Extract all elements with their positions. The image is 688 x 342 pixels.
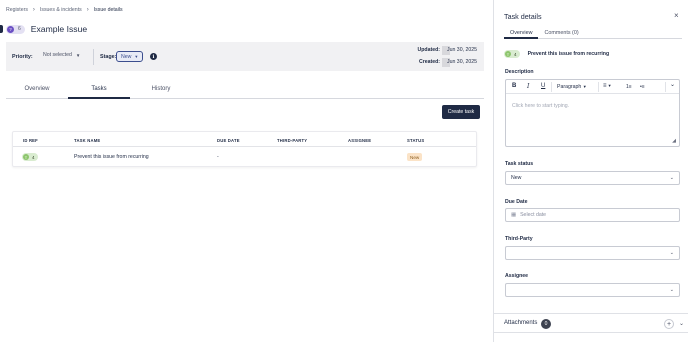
due-date-placeholder: Select date xyxy=(520,212,547,218)
issue-page: Registers › Issues & incidents › Issue d… xyxy=(0,0,492,342)
divider xyxy=(93,49,94,65)
bullet-list-button[interactable]: •≡ xyxy=(640,84,645,90)
task-id-number: 4 xyxy=(32,154,35,160)
stage-value: New xyxy=(121,53,132,60)
third-party-select[interactable]: ⌄ xyxy=(505,246,680,260)
breadcrumb: Registers › Issues & incidents › Issue d… xyxy=(6,7,123,13)
breadcrumb-issue-details: Issue details xyxy=(93,7,123,13)
third-party-label: Third-Party xyxy=(505,236,533,242)
task-id-badge: T 4 xyxy=(22,153,38,161)
attachments-count-badge: 0 xyxy=(541,319,551,329)
due-date-picker[interactable]: ▦ Select date xyxy=(505,208,680,222)
toolbar-divider xyxy=(598,82,599,92)
ordered-list-button[interactable]: 1≡ xyxy=(626,84,632,90)
updated-value: Jun 30, 2025 xyxy=(447,47,477,53)
create-task-button[interactable]: Create task xyxy=(442,105,480,119)
stage-label: Stage: xyxy=(100,54,117,60)
bold-button[interactable]: B xyxy=(512,83,516,89)
col-task-name[interactable]: TASK NAME xyxy=(74,138,100,143)
chevron-right-icon: › xyxy=(32,7,35,13)
tasks-table: ID REF TASK NAME DUE DATE THIRD-PARTY AS… xyxy=(12,131,477,167)
chevron-down-icon[interactable]: ⌄ xyxy=(679,320,684,327)
calendar-icon: ▦ xyxy=(511,212,517,218)
priority-label: Priority: xyxy=(12,54,33,60)
caret-down-icon: ▼ xyxy=(606,83,612,88)
caret-down-icon: ▼ xyxy=(75,52,81,58)
issue-id-badge: ? 6 xyxy=(6,24,25,34)
panel-task-name: Prevent this issue from recurring xyxy=(527,51,610,57)
tab-tasks[interactable]: Tasks xyxy=(68,79,130,99)
chevron-right-icon: › xyxy=(86,7,89,13)
more-options-icon[interactable]: ⌄ xyxy=(670,81,675,88)
updated-label: Updated: xyxy=(417,47,440,53)
assignee-label: Assignee xyxy=(505,273,529,279)
tab-panel-overview[interactable]: Overview xyxy=(504,27,539,39)
created-value: Jun 30, 2025 xyxy=(447,59,477,65)
panel-title: Task details xyxy=(504,12,542,21)
created-label: Created: xyxy=(418,59,440,65)
close-icon[interactable]: × xyxy=(674,12,679,20)
issue-id-number: 6 xyxy=(18,26,21,32)
priority-select[interactable]: Not selected ▼ xyxy=(40,52,83,58)
attachments-section[interactable]: Attachments 0 + ⌄ xyxy=(494,313,688,333)
breadcrumb-issues-incidents[interactable]: Issues & incidents xyxy=(40,7,82,13)
info-icon[interactable]: i xyxy=(150,53,157,60)
question-icon: ? xyxy=(7,25,14,33)
resize-handle-icon[interactable]: ◢ xyxy=(672,138,676,144)
task-id-badge: T 4 xyxy=(504,50,520,58)
due-date-label: Due Date xyxy=(505,199,528,205)
col-third-party[interactable]: THIRD-PARTY xyxy=(277,138,307,143)
assignee-select[interactable]: ⌄ xyxy=(505,283,680,297)
italic-button[interactable]: I xyxy=(527,83,529,90)
table-row[interactable]: T 4 Prevent this issue from recurring - … xyxy=(13,147,476,167)
add-attachment-button[interactable]: + xyxy=(664,319,674,329)
task-id-number: 4 xyxy=(514,51,517,57)
breadcrumb-registers[interactable]: Registers xyxy=(6,7,28,13)
task-icon: T xyxy=(23,154,29,160)
task-icon: T xyxy=(505,51,511,57)
panel-task-header: T 4 Prevent this issue from recurring xyxy=(504,50,609,58)
chevron-down-icon: ⌄ xyxy=(669,175,674,181)
table-header: ID REF TASK NAME DUE DATE THIRD-PARTY AS… xyxy=(13,132,476,147)
stage-select[interactable]: New ▼ xyxy=(116,51,144,62)
tab-history[interactable]: History xyxy=(130,79,192,98)
panel-tabs: Overview Comments (0) xyxy=(504,27,682,39)
attachments-label: Attachments xyxy=(504,320,538,326)
chevron-down-icon: ⌄ xyxy=(669,287,674,293)
editor-placeholder: Click here to start typing. xyxy=(512,103,570,109)
task-status-select[interactable]: New ⌄ xyxy=(505,171,680,185)
task-name-link[interactable]: Prevent this issue from recurring xyxy=(74,154,149,160)
caret-down-icon: ▼ xyxy=(134,54,139,59)
issue-meta-bar: Priority: Not selected ▼ Stage: New ▼ i … xyxy=(6,42,484,71)
tab-panel-comments[interactable]: Comments (0) xyxy=(538,27,584,38)
task-due-date: - xyxy=(217,154,219,160)
app-root: Registers › Issues & incidents › Issue d… xyxy=(0,0,688,342)
toolbar-divider xyxy=(551,82,552,92)
description-editor[interactable]: B I U Paragraph ▼ ≡ ▼ 1≡ •≡ ⌄ Click here… xyxy=(505,79,680,147)
title-row: ? 6 Example Issue xyxy=(0,24,87,34)
tab-overview[interactable]: Overview xyxy=(6,79,68,98)
chevron-down-icon: ⌄ xyxy=(669,250,674,256)
page-title: Example Issue xyxy=(30,24,88,34)
align-button[interactable]: ≡ ▼ xyxy=(603,83,612,89)
col-status[interactable]: STATUS xyxy=(407,138,424,143)
underline-button[interactable]: U xyxy=(541,83,545,89)
toolbar-divider xyxy=(665,82,666,92)
col-assignee[interactable]: ASSIGNEE xyxy=(348,138,371,143)
task-status-value: New xyxy=(511,175,522,181)
task-details-panel: Task details × Overview Comments (0) T 4… xyxy=(493,0,688,342)
description-label: Description xyxy=(505,69,534,75)
paragraph-label: Paragraph xyxy=(557,84,582,90)
priority-value: Not selected xyxy=(43,52,72,58)
editor-toolbar: B I U Paragraph ▼ ≡ ▼ 1≡ •≡ ⌄ xyxy=(506,80,679,94)
task-status-label: Task status xyxy=(505,161,534,167)
col-due-date[interactable]: DUE DATE xyxy=(217,138,240,143)
caret-down-icon: ▼ xyxy=(582,84,587,89)
status-badge: New xyxy=(407,153,423,161)
issue-tabs: Overview Tasks History xyxy=(6,79,484,99)
paragraph-select[interactable]: Paragraph ▼ xyxy=(557,84,587,90)
col-id-ref[interactable]: ID REF xyxy=(23,138,38,143)
